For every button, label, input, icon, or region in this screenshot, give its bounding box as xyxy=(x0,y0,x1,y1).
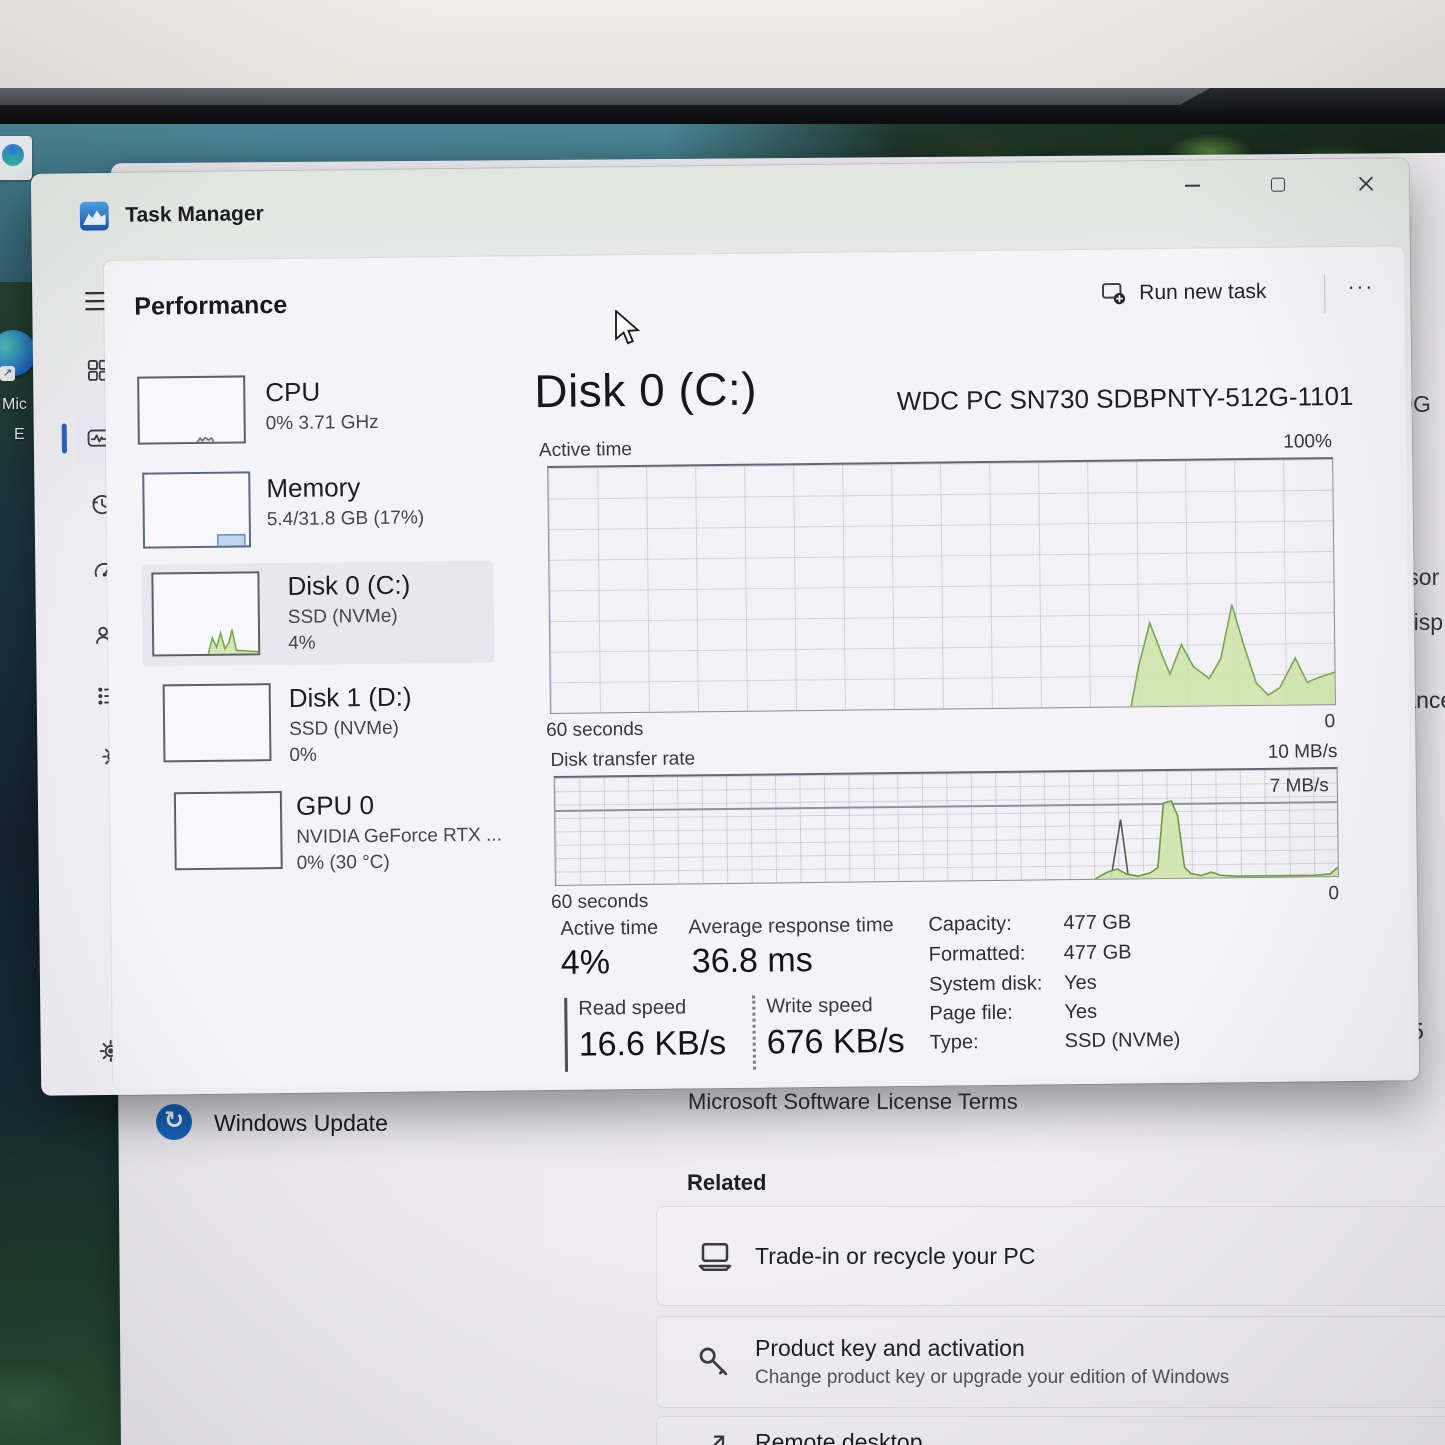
prop-type-label: Type: xyxy=(929,1031,979,1054)
remote-desktop-icon xyxy=(713,1435,725,1445)
remote-desktop-card[interactable]: Remote desktop xyxy=(656,1416,1445,1445)
license-terms-link[interactable]: Microsoft Software License Terms xyxy=(688,1089,1018,1115)
prop-type-value: SSD (NVMe) xyxy=(1064,1028,1181,1053)
minimize-button[interactable] xyxy=(1169,168,1215,203)
minimize-icon xyxy=(1184,184,1200,187)
gpu-item-title[interactable]: GPU 0 xyxy=(296,790,374,822)
app-glyph-icon xyxy=(2,144,24,166)
windows-update-label[interactable]: Windows Update xyxy=(214,1110,388,1137)
product-key-subtitle: Change product key or upgrade your editi… xyxy=(755,1367,1230,1388)
selected-indicator xyxy=(61,423,67,454)
maximize-button[interactable] xyxy=(1255,167,1301,202)
key-icon xyxy=(699,1347,728,1376)
transfer-rate-label: Disk transfer rate xyxy=(550,748,696,771)
run-new-task-icon xyxy=(1102,283,1126,305)
task-manager-window: Task Manager Performance Run new task ..… xyxy=(30,158,1420,1096)
cpu-item-title[interactable]: CPU xyxy=(265,377,320,409)
read-speed-label: Read speed xyxy=(578,996,687,1020)
gpu-item-usage: 0% (30 °C) xyxy=(296,851,390,874)
chart2-x-left: 60 seconds xyxy=(550,890,649,913)
prop-capacity-value: 477 GB xyxy=(1063,911,1132,935)
run-new-task-label: Run new task xyxy=(1139,279,1267,304)
active-time-chart xyxy=(547,457,1336,714)
desktop-icon-label: E xyxy=(14,426,25,443)
memory-thumbnail xyxy=(142,471,252,549)
task-manager-app-icon xyxy=(79,201,109,231)
write-speed-value: 676 KB/s xyxy=(766,1021,905,1062)
disk0-thumbnail xyxy=(151,571,261,657)
chart1-x-right: 0 xyxy=(1324,711,1336,733)
shortcut-arrow-icon: ↗ xyxy=(0,366,15,381)
laptop-icon xyxy=(698,1242,732,1272)
disk0-item-type: SSD (NVMe) xyxy=(287,605,398,628)
disk0-item-title[interactable]: Disk 0 (C:) xyxy=(287,570,410,602)
prop-page-file-label: Page file: xyxy=(929,1001,1013,1025)
prop-system-disk-label: System disk: xyxy=(928,972,1043,996)
stat-active-time-value: 4% xyxy=(560,943,611,982)
cpu-item-stats: 0% 3.71 GHz xyxy=(265,411,379,435)
disk1-thumbnail xyxy=(162,683,272,763)
prop-page-file-value: Yes xyxy=(1064,1000,1098,1024)
write-speed-label: Write speed xyxy=(766,994,873,1018)
transfer-rate-max: 10 MB/s xyxy=(1267,741,1338,763)
windows-update-icon: ↻ xyxy=(156,1104,192,1140)
prop-system-disk-value: Yes xyxy=(1063,971,1097,995)
remote-desktop-title: Remote desktop xyxy=(755,1429,923,1445)
product-key-title: Product key and activation xyxy=(755,1335,1025,1361)
chart2-x-right: 0 xyxy=(1328,883,1340,905)
maximize-icon xyxy=(1270,177,1286,192)
mouse-cursor xyxy=(615,310,641,345)
stat-active-time-label: Active time xyxy=(560,916,659,940)
page-title: Performance xyxy=(134,290,288,321)
desktop-icon-label: Mic xyxy=(2,396,27,413)
trade-in-label: Trade-in or recycle your PC xyxy=(755,1243,1036,1269)
product-key-card[interactable]: Product key and activation Change produc… xyxy=(656,1316,1445,1408)
prop-formatted-value: 477 GB xyxy=(1063,941,1132,965)
stat-avg-response-value: 36.8 ms xyxy=(691,941,813,981)
more-options-button[interactable]: ... xyxy=(1348,271,1375,295)
desktop-icon[interactable] xyxy=(0,136,32,180)
disk1-item-title[interactable]: Disk 1 (D:) xyxy=(289,682,412,714)
disk1-item-type: SSD (NVMe) xyxy=(289,717,400,740)
close-icon xyxy=(1359,176,1373,191)
laptop-screen-photo: ↗ Mic E .30G 'D essor s disp dvance 6100… xyxy=(0,0,1445,1445)
active-time-max: 100% xyxy=(1283,431,1333,453)
disk1-item-usage: 0% xyxy=(289,744,318,766)
trade-in-card[interactable]: Trade-in or recycle your PC xyxy=(656,1206,1445,1306)
prop-formatted-label: Formatted: xyxy=(928,942,1026,966)
related-heading: Related xyxy=(687,1170,767,1195)
transfer-rate-chart: 7 MB/s xyxy=(553,767,1339,886)
stat-avg-response-label: Average response time xyxy=(688,914,894,939)
memory-item-title[interactable]: Memory xyxy=(266,472,360,504)
laptop-lid-edge xyxy=(0,88,1210,105)
wall-background xyxy=(0,0,1445,88)
gpu-thumbnail xyxy=(173,791,283,871)
cpu-thumbnail xyxy=(137,375,246,445)
laptop-bezel xyxy=(0,88,1445,124)
window-title: Task Manager xyxy=(125,202,264,227)
close-button[interactable] xyxy=(1343,166,1389,201)
active-time-label: Active time xyxy=(538,439,633,462)
gpu-item-name: NVIDIA GeForce RTX ... xyxy=(296,824,503,848)
chart1-x-left: 60 seconds xyxy=(546,718,644,742)
memory-item-stats: 5.4/31.8 GB (17%) xyxy=(266,507,425,531)
run-new-task-button[interactable]: Run new task xyxy=(1100,278,1267,307)
read-speed-value: 16.6 KB/s xyxy=(578,1024,727,1064)
disk0-item-usage: 4% xyxy=(288,632,316,654)
prop-capacity-label: Capacity: xyxy=(928,912,1012,936)
disk-detail-title: Disk 0 (C:) xyxy=(534,362,758,418)
